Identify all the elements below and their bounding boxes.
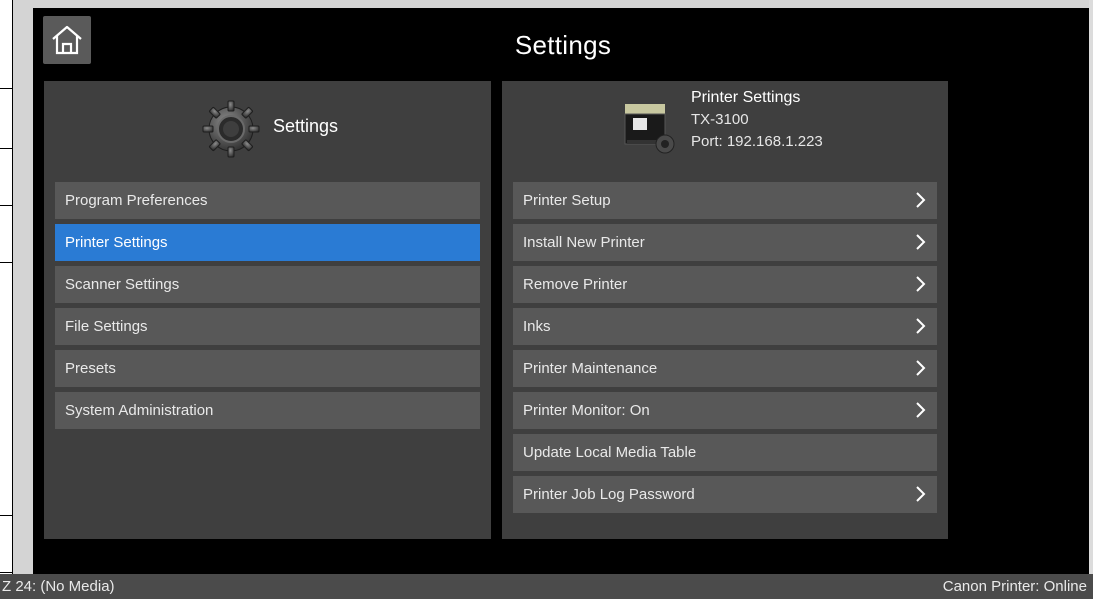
chevron-right-icon <box>916 192 926 208</box>
printer-item-printer-setup[interactable]: Printer Setup <box>513 182 937 219</box>
settings-item-label: File Settings <box>65 318 148 335</box>
settings-item-label: Presets <box>65 360 116 377</box>
printer-item-printer-maintenance[interactable]: Printer Maintenance <box>513 350 937 387</box>
printer-item-install-new-printer[interactable]: Install New Printer <box>513 224 937 261</box>
printer-item-printer-monitor-on[interactable]: Printer Monitor: On <box>513 392 937 429</box>
printer-item-label: Printer Maintenance <box>523 360 658 377</box>
chevron-right-icon <box>916 402 926 418</box>
printer-item-label: Update Local Media Table <box>523 444 697 461</box>
settings-item-system-administration[interactable]: System Administration <box>55 392 480 429</box>
settings-header-label: Settings <box>273 116 339 136</box>
media-status: Z 24: (No Media) <box>2 578 115 595</box>
printer-icon <box>621 94 677 156</box>
settings-item-file-settings[interactable]: File Settings <box>55 308 480 345</box>
printer-item-printer-job-log-password[interactable]: Printer Job Log Password <box>513 476 937 513</box>
left-edge-strip <box>0 0 13 599</box>
gear-icon <box>201 99 261 159</box>
printer-item-inks[interactable]: Inks <box>513 308 937 345</box>
settings-window: Settings Settings Program Preferences Pr… <box>33 8 1093 599</box>
printer-item-label: Install New Printer <box>523 234 645 251</box>
printer-item-remove-printer[interactable]: Remove Printer <box>513 266 937 303</box>
printer-info: Printer Settings TX-3100 Port: 192.168.1… <box>691 87 823 153</box>
printer-item-label: Printer Monitor: On <box>523 402 650 419</box>
chevron-right-icon <box>916 276 926 292</box>
settings-item-label: Program Preferences <box>65 192 208 209</box>
printer-status: Canon Printer: Online <box>942 578 1087 595</box>
settings-item-label: Scanner Settings <box>65 276 180 293</box>
settings-item-program-preferences[interactable]: Program Preferences <box>55 182 480 219</box>
chevron-right-icon <box>916 486 926 502</box>
printer-item-label: Printer Setup <box>523 192 611 209</box>
printer-model: TX-3100 <box>691 111 749 128</box>
chevron-right-icon <box>916 318 926 334</box>
printer-item-label: Printer Job Log Password <box>523 486 695 503</box>
chevron-right-icon <box>916 360 926 376</box>
settings-category-panel: Settings Program Preferences Printer Sett… <box>44 81 491 539</box>
settings-panel-header: Settings <box>44 81 491 177</box>
settings-item-label: System Administration <box>65 402 214 419</box>
settings-item-scanner-settings[interactable]: Scanner Settings <box>55 266 480 303</box>
printer-item-label: Remove Printer <box>523 276 628 293</box>
page-title: Settings <box>514 30 612 60</box>
status-bar: Z 24: (No Media) Canon Printer: Online <box>0 574 1093 599</box>
printer-panel-header: Printer Settings TX-3100 Port: 192.168.1… <box>502 81 948 177</box>
settings-category-list: Program Preferences Printer Settings Scann… <box>55 182 480 434</box>
settings-item-printer-settings[interactable]: Printer Settings <box>55 224 480 261</box>
printer-port: Port: 192.168.1.223 <box>691 133 823 150</box>
printer-settings-title: Printer Settings <box>691 89 801 106</box>
settings-item-presets[interactable]: Presets <box>55 350 480 387</box>
settings-item-label: Printer Settings <box>65 234 168 251</box>
printer-item-label: Inks <box>523 318 551 335</box>
chevron-right-icon <box>916 234 926 250</box>
printer-settings-list: Printer Setup Install New Printer Remove P… <box>513 182 937 518</box>
right-edge-strip <box>1089 0 1093 599</box>
printer-item-update-local-media-table[interactable]: Update Local Media Table <box>513 434 937 471</box>
printer-settings-panel: Printer Settings TX-3100 Port: 192.168.1… <box>502 81 948 539</box>
